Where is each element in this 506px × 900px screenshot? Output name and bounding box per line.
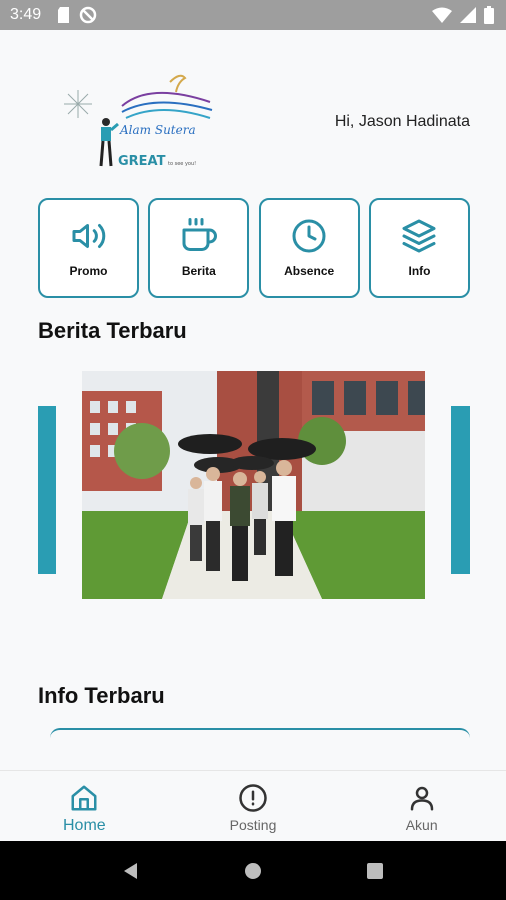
bottom-navigation: Home Posting Akun: [0, 770, 506, 841]
menu-berita-label: Berita: [181, 264, 216, 278]
layers-icon: [402, 219, 436, 253]
app-logo: Alam Sutera GREAT to see you!: [60, 72, 220, 172]
menu-absence-button[interactable]: Absence: [258, 198, 360, 298]
recents-icon[interactable]: [365, 861, 385, 881]
carousel-prev-card[interactable]: [38, 406, 56, 574]
logo-tagline-text: to see you!: [168, 161, 196, 167]
sd-card-icon: [58, 7, 70, 23]
menu-berita-button[interactable]: Berita: [148, 198, 250, 298]
nav-posting-tab[interactable]: Posting: [169, 771, 338, 841]
back-icon[interactable]: [121, 861, 141, 881]
news-photo: [82, 371, 425, 599]
menu-info-button[interactable]: Info: [368, 198, 470, 298]
coffee-cup-icon: [182, 218, 217, 251]
news-carousel-image[interactable]: [82, 371, 425, 599]
home-circle-icon[interactable]: [243, 861, 263, 881]
info-section-title: Info Terbaru: [38, 683, 165, 708]
home-icon: [71, 785, 97, 811]
menu-promo-label: Promo: [69, 264, 108, 278]
system-navigation-bar: [0, 841, 506, 900]
quick-menu: Promo Berita Absence Info: [38, 198, 470, 298]
alert-circle-icon: [239, 784, 267, 812]
logo-script-text: Alam Sutera: [119, 123, 196, 137]
clock-icon: [292, 219, 326, 253]
do-not-disturb-icon: [79, 6, 97, 24]
signal-icon: [460, 7, 476, 23]
logo-great-text: GREAT: [118, 154, 166, 169]
menu-promo-button[interactable]: Promo: [38, 198, 139, 298]
speaker-icon: [72, 224, 105, 248]
nav-akun-label: Akun: [405, 817, 438, 833]
info-card[interactable]: [50, 728, 470, 740]
nav-home-label: Home: [62, 817, 106, 834]
menu-info-label: Info: [408, 264, 431, 278]
wifi-icon: [432, 7, 452, 23]
user-icon: [410, 786, 433, 811]
menu-absence-label: Absence: [284, 264, 335, 278]
nav-posting-label: Posting: [229, 817, 277, 833]
nav-home-tab[interactable]: Home: [0, 771, 169, 841]
carousel-next-card[interactable]: [451, 406, 470, 574]
status-time: 3:49: [10, 6, 42, 23]
status-bar: 3:49: [0, 0, 506, 30]
nav-akun-tab[interactable]: Akun: [337, 771, 506, 841]
user-greeting: Hi, Jason Hadinata: [334, 113, 470, 130]
battery-icon: [484, 6, 494, 24]
news-section-title: Berita Terbaru: [38, 318, 187, 343]
